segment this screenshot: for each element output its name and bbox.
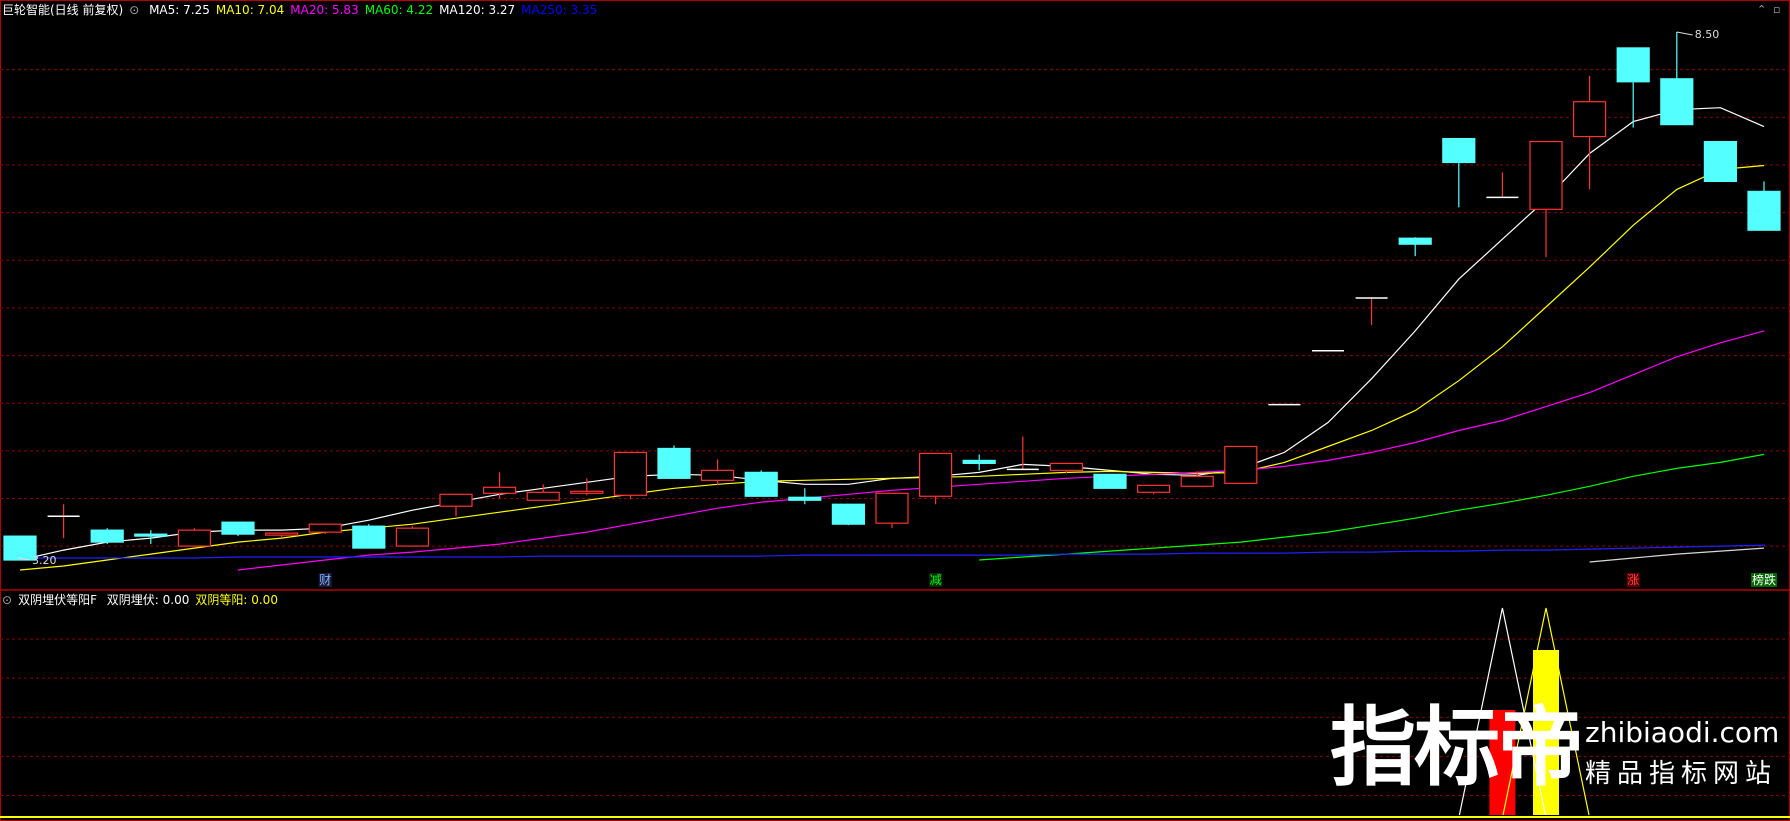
candle-body <box>1180 475 1214 487</box>
candle-body <box>962 459 996 464</box>
candle-body <box>526 491 560 501</box>
candle[interactable] <box>1093 473 1127 489</box>
candle-body <box>1703 140 1738 183</box>
candle-body <box>700 469 735 481</box>
candle-body <box>831 503 866 525</box>
indicator-readout-1: 双阴等阳: 0.00 <box>195 593 278 607</box>
high-price-label: 8.50 <box>1695 28 1720 41</box>
event-marker: 财 <box>319 573 331 587</box>
candle-body <box>134 533 168 537</box>
low-price-label: 3.20 <box>32 554 57 567</box>
candle[interactable] <box>308 523 342 535</box>
stock-title: 巨轮智能(日线 前复权) <box>2 3 124 17</box>
watermark-brand: 指标帝 <box>1330 698 1584 798</box>
ma-readout-0: MA5: 7.25 <box>149 3 210 17</box>
candle-body <box>1616 47 1650 83</box>
candle[interactable] <box>352 524 386 549</box>
watermark-slogan: 精品指标网站 <box>1585 759 1778 789</box>
candle-body <box>352 525 386 549</box>
ma-readout-4: MA120: 3.27 <box>439 3 516 17</box>
indicator-readout-0: 双阴埋伏: 0.00 <box>106 593 190 607</box>
candle-body <box>308 523 342 533</box>
candle-body <box>177 529 211 547</box>
candle-body <box>439 493 473 507</box>
candle[interactable] <box>1703 140 1738 183</box>
candle-body <box>1529 140 1563 210</box>
candle-body <box>918 452 953 497</box>
event-marker: 减 <box>930 573 942 587</box>
dropdown-icon[interactable]: ⊙ <box>129 3 139 17</box>
ma-readout-3: MA60: 4.22 <box>364 3 434 17</box>
candle-body <box>265 532 299 536</box>
ma-readout-1: MA10: 7.04 <box>215 3 285 17</box>
candle-body <box>1660 78 1694 126</box>
candle[interactable] <box>395 526 429 547</box>
main-chart-header: 巨轮智能(日线 前复权) ⊙ MA5: 7.25 MA10: 7.04 MA20: 5… <box>2 3 609 17</box>
watermark-domain: zhibiaodi.com <box>1585 716 1780 749</box>
candle[interactable] <box>875 492 909 529</box>
indicator-title: 双阴埋伏等阳F <box>18 593 97 607</box>
candle[interactable] <box>613 451 648 500</box>
maximize-icon[interactable]: ▫ <box>1773 3 1780 16</box>
candle[interactable] <box>657 445 691 479</box>
candle-body <box>1049 462 1084 471</box>
event-marker: 榜跌 <box>1752 572 1776 587</box>
candle[interactable] <box>918 452 953 505</box>
candle-body <box>90 529 124 543</box>
candle[interactable] <box>1224 445 1258 484</box>
candle-body <box>395 527 429 547</box>
candle-body <box>1224 445 1258 484</box>
candle[interactable] <box>90 528 124 545</box>
candle-body <box>221 521 255 535</box>
candle-body <box>875 492 909 524</box>
indicator-header: ⊙ 双阴埋伏等阳F 双阴埋伏: 0.00 双阴等阳: 0.00 <box>2 593 290 607</box>
candle-body <box>657 447 691 479</box>
dropdown-icon[interactable]: ⊙ <box>2 593 12 607</box>
candle[interactable] <box>831 503 866 526</box>
candle-body <box>1136 484 1171 493</box>
candle-body <box>744 471 778 497</box>
candle-body <box>613 451 648 496</box>
candle-body <box>1442 137 1476 164</box>
candle-body <box>570 490 604 494</box>
event-marker: 涨 <box>1627 572 1639 587</box>
candle-body <box>1572 101 1607 138</box>
candle[interactable] <box>177 528 211 547</box>
ma-readout-5: MA250: 3.35 <box>521 3 598 17</box>
candle-body <box>1747 190 1781 231</box>
candle[interactable] <box>744 470 778 497</box>
candle[interactable] <box>221 521 255 537</box>
candle-body <box>1093 473 1127 489</box>
candle-body <box>788 496 822 501</box>
candle-body <box>1398 237 1432 245</box>
candle-body <box>483 486 517 494</box>
ma-readout-2: MA20: 5.83 <box>290 3 359 17</box>
minimize-icon[interactable]: ⌃ <box>1757 3 1766 16</box>
